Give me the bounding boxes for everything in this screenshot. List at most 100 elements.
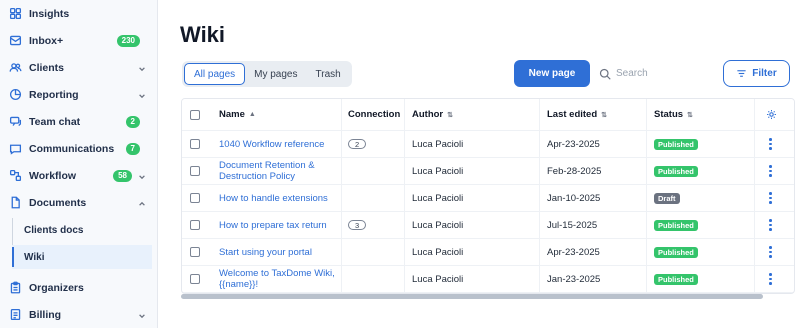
count-badge: 7 [125,142,140,155]
wiki-page-link[interactable]: How to handle extensions [219,193,328,204]
header-status[interactable]: Status ⇅ [654,99,693,130]
row-checkbox[interactable] [190,247,200,257]
table-row[interactable]: Welcome to TaxDome Wiki, {{name}}! Luca P… [182,266,794,293]
horizontal-scrollbar[interactable] [181,294,763,299]
sidebar-item-team-chat[interactable]: Team chat 2 [0,108,157,135]
main-content: Wiki All pages My pages Trash New page F… [158,0,800,328]
wiki-page-link[interactable]: Start using your portal [219,247,312,258]
header-last-edited[interactable]: Last edited ⇅ [547,99,607,130]
wiki-page-link[interactable]: 1040 Workflow reference [219,139,324,150]
last-edited-date: Jul-15-2025 [547,219,598,231]
tab-my-pages[interactable]: My pages [245,63,306,85]
tab-all-pages[interactable]: All pages [184,63,246,85]
sidebar-item-billing[interactable]: Billing [0,301,157,328]
filter-button[interactable]: Filter [723,60,790,87]
sidebar-item-reporting[interactable]: Reporting [0,81,157,108]
status-cell: Draft [654,185,680,211]
sidebar-item-organizers[interactable]: Organizers [0,274,157,301]
select-all-cell [190,99,200,130]
wiki-page-link[interactable]: Welcome to TaxDome Wiki, {{name}}! [219,268,337,290]
header-name[interactable]: Name ▲ [219,99,256,130]
sidebar-item-documents[interactable]: Documents [0,189,157,216]
sidebar-item-workflow[interactable]: Workflow 58 [0,162,157,189]
connection-count-pill[interactable]: 2 [348,139,367,149]
row-checkbox[interactable] [190,220,200,230]
row-actions-button[interactable] [769,212,772,238]
table-row[interactable]: How to prepare tax return 3 Luca Pacioli Ju… [182,212,794,239]
row-checkbox[interactable] [190,139,200,149]
row-checkbox[interactable] [190,193,200,203]
table-row[interactable]: Start using your portal Luca Pacioli Apr-2… [182,239,794,266]
sidebar-subitem-clients-docs[interactable]: Clients docs [12,218,152,242]
last-edited-date: Jan-10-2025 [547,192,601,204]
row-actions-button[interactable] [769,266,772,292]
wiki-page-link[interactable]: Document Retention & Destruction Policy [219,160,337,182]
header-connection: Connection [348,99,400,130]
sort-asc-icon: ▲ [248,111,256,118]
table-row[interactable]: Document Retention & Destruction Policy L… [182,158,794,185]
author-cell: Luca Pacioli [412,239,463,265]
message-icon [8,142,22,156]
header-status-label: Status [654,109,684,120]
header-author[interactable]: Author ⇅ [412,99,453,130]
status-badge: Published [654,273,698,285]
new-page-button[interactable]: New page [514,60,590,87]
header-connection-label: Connection [348,109,401,120]
sidebar-item-clients[interactable]: Clients [0,54,157,81]
row-actions-button[interactable] [769,158,772,184]
sidebar: Insights Inbox+ 230 Clients Reporting Team ch… [0,0,158,328]
select-all-checkbox[interactable] [190,109,200,120]
sidebar-subitem-label: Clients docs [24,224,84,236]
author-name: Luca Pacioli [412,192,464,204]
row-checkbox[interactable] [190,166,200,176]
column-divider [754,99,755,293]
sidebar-item-label: Organizers [29,281,84,294]
sidebar-item-label: Reporting [29,88,79,101]
connection-cell: 2 [348,131,367,157]
table-row[interactable]: 1040 Workflow reference 2 Luca Pacioli Apr-… [182,131,794,158]
author-name: Luca Pacioli [412,273,464,285]
name-cell: Document Retention & Destruction Policy [219,158,337,184]
name-cell: Welcome to TaxDome Wiki, {{name}}! [219,266,337,292]
sidebar-item-label: Clients [29,61,65,74]
gear-icon [767,110,776,119]
search-box [591,60,711,87]
page-title: Wiki [180,22,226,47]
header-last-edited-label: Last edited [547,109,598,120]
row-checkbox[interactable] [190,274,200,284]
sidebar-subitem-wiki[interactable]: Wiki [12,245,152,269]
row-select-cell [190,212,200,238]
last-edited-cell: Apr-23-2025 [547,131,600,157]
last-edited-date: Apr-23-2025 [547,246,600,258]
sidebar-item-insights[interactable]: Insights [0,0,157,27]
sidebar-item-communications[interactable]: Communications 7 [0,135,157,162]
last-edited-date: Jan-23-2025 [547,273,601,285]
document-icon [8,196,22,210]
wiki-page-link[interactable]: How to prepare tax return [219,220,327,231]
sidebar-item-inbox[interactable]: Inbox+ 230 [0,27,157,54]
kebab-menu-icon [769,246,772,258]
row-actions-button[interactable] [769,131,772,157]
row-actions-button[interactable] [769,239,772,265]
status-badge: Published [654,165,698,177]
name-cell: How to prepare tax return [219,212,337,238]
column-settings-button[interactable] [766,99,777,130]
chevron-up-icon [138,199,146,207]
kebab-menu-icon [769,219,772,231]
count-badge: 230 [116,34,140,47]
filter-icon [737,70,746,77]
table-row[interactable]: How to handle extensions Luca Pacioli Jan-… [182,185,794,212]
author-cell: Luca Pacioli [412,185,463,211]
status-cell: Published [654,131,698,157]
row-actions-button[interactable] [769,185,772,211]
sidebar-subitem-label: Wiki [24,251,45,263]
name-cell: 1040 Workflow reference [219,131,337,157]
pie-chart-icon [8,88,22,102]
row-select-cell [190,266,200,292]
search-input[interactable] [616,68,706,79]
tab-trash[interactable]: Trash [307,63,350,85]
name-cell: How to handle extensions [219,185,337,211]
author-name: Luca Pacioli [412,246,464,258]
last-edited-cell: Apr-23-2025 [547,239,600,265]
connection-count-pill[interactable]: 3 [348,220,367,230]
